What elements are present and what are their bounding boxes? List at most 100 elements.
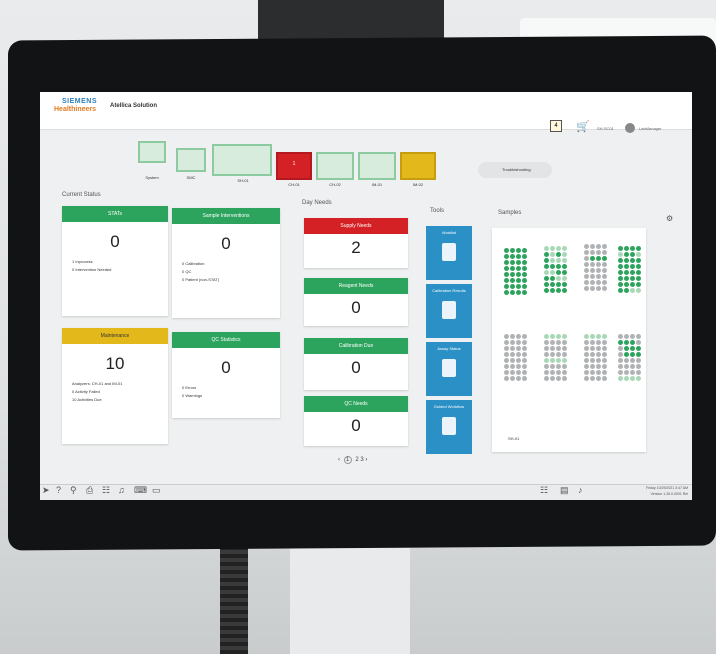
sample-tube[interactable]: [590, 346, 595, 351]
rack-grid[interactable]: [504, 334, 527, 381]
sample-tube[interactable]: [618, 264, 623, 269]
sample-tube[interactable]: [562, 352, 567, 357]
sample-tube[interactable]: [504, 370, 509, 375]
sample-tube[interactable]: [550, 252, 555, 257]
sample-tube[interactable]: [584, 250, 589, 255]
sample-tube[interactable]: [630, 364, 635, 369]
sample-tube[interactable]: [510, 346, 515, 351]
sample-tube[interactable]: [624, 270, 629, 275]
sample-tube[interactable]: [636, 370, 641, 375]
sample-tube[interactable]: [544, 252, 549, 257]
sample-tube[interactable]: [504, 254, 509, 259]
sample-tube[interactable]: [562, 246, 567, 251]
sample-tube[interactable]: [624, 352, 629, 357]
rack-grid[interactable]: [544, 246, 567, 293]
sample-tube[interactable]: [504, 290, 509, 295]
sample-tube[interactable]: [510, 272, 515, 277]
sample-tube[interactable]: [522, 340, 527, 345]
sample-tube[interactable]: [618, 282, 623, 287]
sample-tube[interactable]: [544, 376, 549, 381]
sample-tube[interactable]: [584, 358, 589, 363]
sample-tube[interactable]: [562, 370, 567, 375]
module-ch01-error[interactable]: 1: [276, 152, 312, 180]
sample-tube[interactable]: [522, 260, 527, 265]
sample-tube[interactable]: [602, 352, 607, 357]
sample-tube[interactable]: [556, 252, 561, 257]
sample-tube[interactable]: [510, 278, 515, 283]
page-1-button[interactable]: 1: [343, 456, 352, 464]
sample-tube[interactable]: [510, 284, 515, 289]
avatar[interactable]: [625, 123, 635, 133]
gear-icon[interactable]: ⚙: [666, 214, 673, 223]
sample-tube[interactable]: [584, 262, 589, 267]
sample-tube[interactable]: [544, 340, 549, 345]
sample-tube[interactable]: [510, 376, 515, 381]
sample-tube[interactable]: [522, 364, 527, 369]
sample-tube[interactable]: [602, 268, 607, 273]
sample-tube[interactable]: [510, 352, 515, 357]
sample-tube[interactable]: [516, 284, 521, 289]
module-smc[interactable]: [176, 148, 206, 172]
sample-tube[interactable]: [504, 278, 509, 283]
sample-tube[interactable]: [636, 346, 641, 351]
sample-tube[interactable]: [550, 288, 555, 293]
sample-tube[interactable]: [584, 340, 589, 345]
sample-tube[interactable]: [544, 282, 549, 287]
sample-tube[interactable]: [584, 370, 589, 375]
sample-tube[interactable]: [544, 334, 549, 339]
sample-tube[interactable]: [544, 246, 549, 251]
sample-tube[interactable]: [510, 370, 515, 375]
search-icon[interactable]: ⚲: [70, 485, 77, 496]
sample-tube[interactable]: [584, 364, 589, 369]
sample-tube[interactable]: [618, 288, 623, 293]
module-ch02[interactable]: [316, 152, 354, 180]
sample-tube[interactable]: [550, 352, 555, 357]
worklist-tile[interactable]: Worklist: [426, 226, 472, 280]
qc-needs-panel[interactable]: QC Needs 0: [304, 396, 408, 446]
sample-tube[interactable]: [522, 334, 527, 339]
sample-tube[interactable]: [522, 376, 527, 381]
sample-tube[interactable]: [636, 246, 641, 251]
sample-tube[interactable]: [636, 252, 641, 257]
navigate-icon[interactable]: ➤: [42, 485, 50, 496]
rack-grid[interactable]: [618, 246, 641, 293]
sample-tube[interactable]: [522, 290, 527, 295]
sample-tube[interactable]: [602, 262, 607, 267]
supply-needs-panel[interactable]: Supply Needs 2: [304, 218, 408, 268]
sample-tube[interactable]: [562, 282, 567, 287]
sample-tube[interactable]: [630, 270, 635, 275]
print-icon[interactable]: ⎙: [86, 485, 93, 496]
sample-tube[interactable]: [630, 334, 635, 339]
sample-tube[interactable]: [630, 370, 635, 375]
sample-tube[interactable]: [510, 260, 515, 265]
sample-tube[interactable]: [636, 264, 641, 269]
sample-tube[interactable]: [556, 358, 561, 363]
sample-tube[interactable]: [556, 346, 561, 351]
sample-tube[interactable]: [516, 266, 521, 271]
sample-tube[interactable]: [504, 272, 509, 277]
sample-tube[interactable]: [544, 358, 549, 363]
sample-tube[interactable]: [618, 252, 623, 257]
sample-tube[interactable]: [636, 364, 641, 369]
sample-tube[interactable]: [584, 274, 589, 279]
remote-icon[interactable]: ▤: [560, 485, 569, 496]
sample-tube[interactable]: [556, 376, 561, 381]
sample-tube[interactable]: [624, 246, 629, 251]
sample-tube[interactable]: [504, 340, 509, 345]
sample-tube[interactable]: [556, 334, 561, 339]
sample-tube[interactable]: [590, 286, 595, 291]
sample-tube[interactable]: [556, 246, 561, 251]
sample-tube[interactable]: [636, 258, 641, 263]
sample-tube[interactable]: [550, 364, 555, 369]
sample-tube[interactable]: [584, 280, 589, 285]
sample-tube[interactable]: [596, 286, 601, 291]
qc-statistics-panel[interactable]: QC Statistics 0 0 Errors 0 Warnings: [172, 332, 280, 418]
sample-tube[interactable]: [510, 340, 515, 345]
sample-tube[interactable]: [590, 268, 595, 273]
sample-tube[interactable]: [544, 258, 549, 263]
sample-tube[interactable]: [562, 376, 567, 381]
sample-tube[interactable]: [618, 270, 623, 275]
calibration-due-panel[interactable]: Calibration Due 0: [304, 338, 408, 390]
sample-tube[interactable]: [618, 258, 623, 263]
sample-tube[interactable]: [562, 276, 567, 281]
